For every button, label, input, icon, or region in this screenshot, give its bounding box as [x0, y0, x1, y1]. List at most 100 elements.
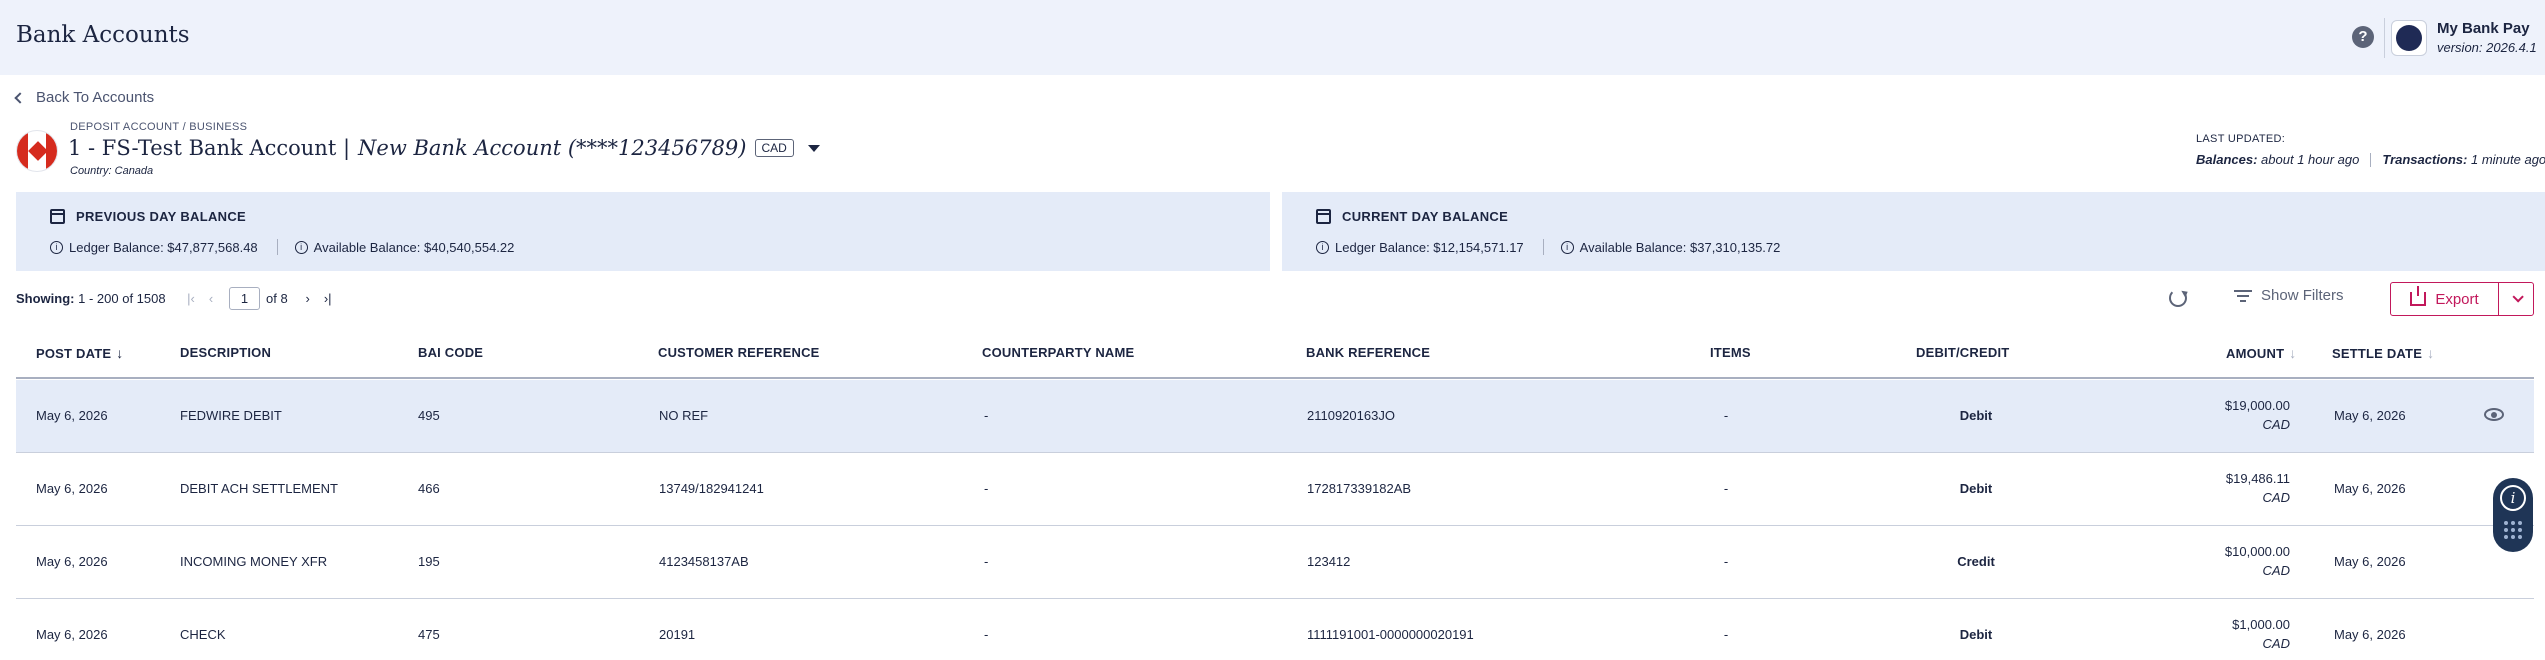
export-label: Export — [2435, 290, 2479, 308]
page-number-input[interactable] — [229, 287, 260, 310]
currency-badge: CAD — [754, 139, 794, 157]
previous-day-balance-title: PREVIOUS DAY BALANCE — [76, 209, 246, 224]
show-filters-button[interactable]: Show Filters — [2234, 287, 2344, 304]
info-icon[interactable]: i — [1316, 240, 1329, 254]
info-icon[interactable]: i — [294, 240, 308, 254]
next-page-icon[interactable]: › — [298, 291, 318, 306]
eye-icon[interactable] — [2484, 408, 2504, 421]
amount-currency: CAD — [2262, 563, 2290, 578]
column-label: CUSTOMER REFERENCE — [658, 345, 820, 360]
account-name: 1 - FS-Test Bank Account | — [68, 136, 351, 160]
column-label: AMOUNT — [2226, 345, 2285, 361]
export-button[interactable]: Export — [2391, 283, 2499, 315]
grid-dots-icon[interactable] — [2504, 521, 2522, 539]
refresh-icon[interactable] — [2169, 289, 2187, 307]
table-row[interactable]: May 6, 2026 DEBIT ACH SETTLEMENT 466 137… — [16, 453, 2534, 526]
table-row[interactable]: May 6, 2026 CHECK 475 20191 - 1111191001… — [16, 599, 2534, 660]
previous-available-balance: Available Balance: $40,540,554.22 — [313, 239, 515, 255]
counterparty-cell: - — [984, 408, 989, 423]
debit-credit-cell: Debit — [1959, 627, 1993, 642]
first-page-icon[interactable]: |‹ — [181, 291, 201, 306]
column-items[interactable]: ITEMS — [1710, 345, 1751, 360]
post-date-cell: May 6, 2026 — [36, 481, 108, 496]
debit-credit-cell: Credit — [1957, 554, 1995, 569]
arrow-down-icon: ↓ — [2289, 345, 2297, 361]
canada-flag-icon — [16, 130, 58, 172]
description-cell: INCOMING MONEY XFR — [180, 554, 328, 569]
amount-cell: $19,486.11 CAD — [2176, 469, 2290, 507]
help-widget[interactable]: i — [2493, 478, 2533, 552]
items-cell: - — [1723, 481, 1729, 496]
last-page-icon[interactable]: ›| — [318, 291, 338, 306]
column-label: DESCRIPTION — [180, 345, 272, 360]
column-label: DEBIT/CREDIT — [1916, 345, 2010, 360]
show-filters-label: Show Filters — [2261, 287, 2344, 304]
divider — [2370, 152, 2372, 167]
question-circle-icon[interactable]: ? — [2352, 26, 2374, 48]
info-icon[interactable]: i — [1560, 240, 1574, 254]
column-amount[interactable]: AMOUNT ↓ — [2226, 345, 2296, 361]
back-link-label: Back To Accounts — [36, 89, 155, 106]
transactions-updated-value: 1 minute ago — [2471, 152, 2545, 167]
bai-code-cell: 195 — [418, 554, 440, 569]
column-counterparty-name[interactable]: COUNTERPARTY NAME — [982, 345, 1134, 360]
column-debit-credit[interactable]: DEBIT/CREDIT — [1916, 345, 2009, 360]
settle-date-cell: May 6, 2026 — [2334, 554, 2406, 569]
transactions-updated-label: Transactions: — [2382, 152, 2468, 167]
table-row[interactable]: May 6, 2026 INCOMING MONEY XFR 195 41234… — [16, 526, 2534, 599]
chevron-left-icon — [14, 91, 26, 104]
customer-reference-cell: 20191 — [659, 627, 696, 642]
amount-value: $1,000.00 — [2232, 617, 2290, 632]
settle-date-cell: May 6, 2026 — [2334, 408, 2406, 423]
filter-icon — [2234, 289, 2252, 302]
arrow-down-icon: ↓ — [2427, 345, 2435, 361]
top-bar: Bank Accounts ? My Bank Pay version: 202… — [0, 0, 2545, 75]
items-cell: - — [1723, 554, 1729, 569]
page-count: of 8 — [266, 291, 288, 306]
bai-code-cell: 495 — [418, 408, 440, 423]
account-selector[interactable]: 1 - FS-Test Bank Account | New Bank Acco… — [68, 136, 820, 160]
customer-reference-cell: 4123458137AB — [659, 554, 749, 569]
amount-value: $10,000.00 — [2224, 544, 2290, 559]
download-icon — [2410, 286, 2427, 306]
previous-ledger-balance: Ledger Balance: $47,877,568.48 — [69, 239, 258, 255]
info-icon[interactable]: i — [50, 240, 63, 254]
caret-down-icon[interactable] — [807, 144, 820, 152]
export-options-button[interactable] — [2499, 283, 2533, 315]
bank-reference-cell: 1111191001-0000000020191 — [1307, 627, 1474, 642]
column-label: POST DATE — [36, 345, 112, 361]
back-to-accounts-link[interactable]: Back To Accounts — [14, 89, 155, 106]
bai-code-cell: 466 — [418, 481, 440, 496]
divider — [1542, 239, 1544, 255]
previous-page-icon[interactable]: ‹ — [201, 291, 221, 306]
column-description[interactable]: DESCRIPTION — [180, 345, 271, 360]
showing-count: Showing: 1 - 200 of 1508 — [16, 291, 166, 306]
settle-date-cell: May 6, 2026 — [2334, 481, 2406, 496]
amount-cell: $19,000.00 CAD — [2176, 396, 2290, 434]
column-bai-code[interactable]: BAI CODE — [418, 345, 483, 360]
post-date-cell: May 6, 2026 — [36, 554, 108, 569]
debit-credit-cell: Debit — [1959, 481, 1993, 496]
amount-value: $19,000.00 — [2224, 398, 2290, 413]
settle-date-cell: May 6, 2026 — [2334, 627, 2406, 642]
customer-reference-cell: NO REF — [659, 408, 709, 423]
divider — [276, 239, 278, 255]
calendar-icon — [1316, 209, 1331, 224]
column-bank-reference[interactable]: BANK REFERENCE — [1306, 345, 1430, 360]
column-label: ITEMS — [1710, 345, 1751, 360]
balances-updated-label: Balances: — [2196, 152, 2258, 167]
header-divider — [2384, 18, 2385, 58]
column-label: COUNTERPARTY NAME — [982, 345, 1135, 360]
column-post-date[interactable]: POST DATE ↓ — [36, 345, 123, 361]
chevron-down-icon — [2512, 291, 2524, 303]
showing-label: Showing: — [16, 291, 75, 306]
column-label: BANK REFERENCE — [1306, 345, 1431, 360]
description-cell: CHECK — [180, 627, 226, 642]
table-row[interactable]: May 6, 2026 FEDWIRE DEBIT 495 NO REF - 2… — [16, 380, 2534, 453]
column-customer-reference[interactable]: CUSTOMER REFERENCE — [658, 345, 820, 360]
app-logo[interactable] — [2391, 20, 2427, 56]
app-name: My Bank Pay — [2437, 20, 2530, 37]
bank-reference-cell: 123412 — [1307, 554, 1351, 569]
column-settle-date[interactable]: SETTLE DATE ↓ — [2332, 345, 2434, 361]
info-icon[interactable]: i — [2500, 485, 2526, 511]
